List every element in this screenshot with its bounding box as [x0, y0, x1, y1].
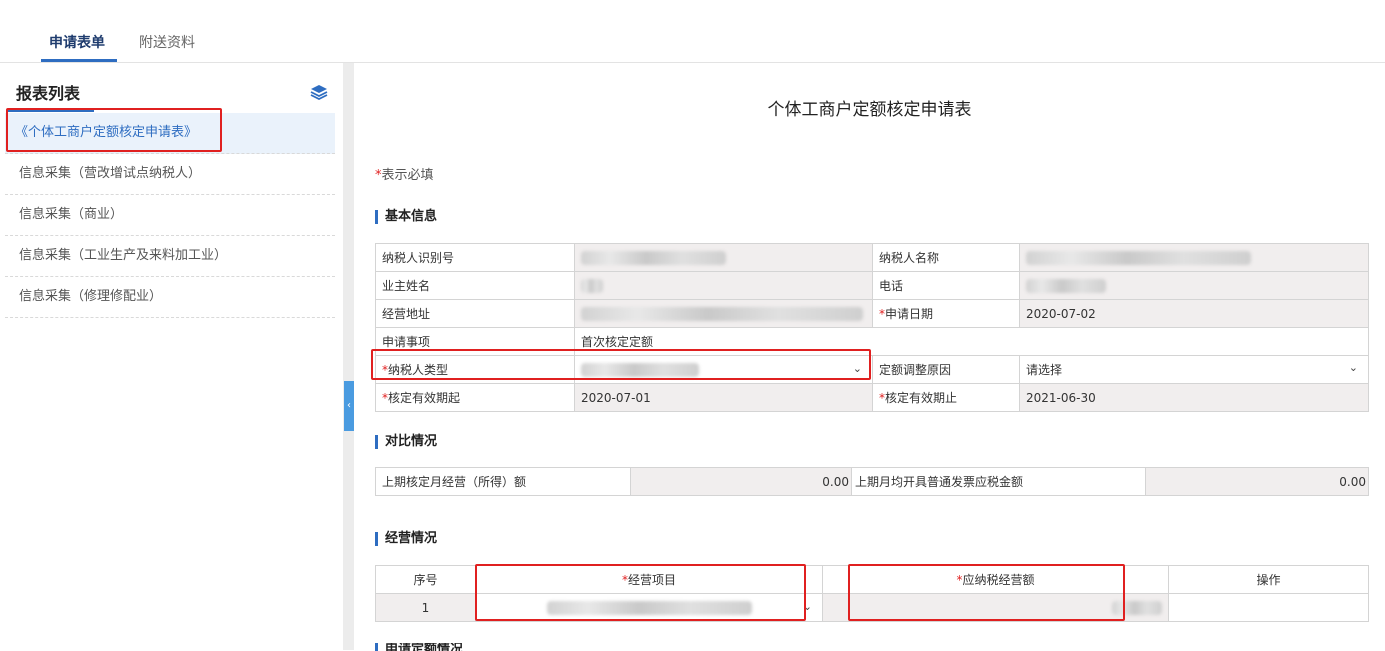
column-header-actions: 操作: [1168, 565, 1369, 594]
table-row: 1 ⌄: [375, 593, 1369, 622]
apply-item-label: 申请事项: [375, 327, 575, 356]
chevron-down-icon: ⌄: [852, 362, 862, 376]
address-label: 经营地址: [375, 299, 575, 328]
redacted-value: [1026, 250, 1251, 265]
sidebar-item-repair[interactable]: 信息采集（修理修配业）: [5, 277, 335, 318]
taxpayer-type-select[interactable]: ⌄: [574, 355, 873, 384]
taxpayer-id-label: 纳税人识别号: [375, 243, 575, 272]
adjust-reason-select[interactable]: 请选择 ⌄: [1019, 355, 1369, 384]
panel-divider: [343, 63, 354, 650]
required-note: *表示必填: [375, 168, 434, 183]
adjust-reason-label: 定额调整原因: [872, 355, 1020, 384]
sidebar-item-vat-pilot[interactable]: 信息采集（营改增试点纳税人）: [5, 154, 335, 195]
sidebar-title-underline: [8, 110, 94, 112]
prev-invoice-label: 上期月均开具普通发票应税金额: [851, 467, 1146, 496]
taxpayer-type-label: *纳税人类型: [375, 355, 575, 384]
section-title-comparison: 对比情况: [375, 435, 437, 449]
comparison-table: 上期核定月经营（所得）额 0.00 上期月均开具普通发票应税金额 0.00: [375, 467, 1369, 496]
sidebar-item-quota-application[interactable]: 《个体工商户定额核定申请表》: [5, 113, 335, 154]
valid-from-field[interactable]: 2020-07-01: [574, 383, 873, 412]
business-item-select[interactable]: ⌄: [475, 593, 823, 622]
sidebar-item-commerce[interactable]: 信息采集（商业）: [5, 195, 335, 236]
column-header-taxable-amount: *应纳税经营额: [822, 565, 1169, 594]
redacted-value: [581, 250, 726, 265]
column-header-business-item: *经营项目: [475, 565, 823, 594]
owner-name-value: [574, 271, 873, 300]
address-value: [574, 299, 873, 328]
report-list-sidebar: 报表列表 《个体工商户定额核定申请表》 信息采集（营改增试点纳税人） 信息采集（…: [0, 63, 343, 650]
owner-name-label: 业主姓名: [375, 271, 575, 300]
phone-value: [1019, 271, 1369, 300]
valid-to-field[interactable]: 2021-06-30: [1019, 383, 1369, 412]
redacted-value: [581, 306, 863, 321]
taxpayer-id-value: [574, 243, 873, 272]
redacted-value: [581, 278, 603, 293]
apply-item-value: 首次核定定额: [574, 327, 1369, 356]
business-table: 序号 *经营项目 *应纳税经营额 操作 1 ⌄: [375, 565, 1369, 622]
chevron-down-icon: ⌄: [1348, 361, 1358, 374]
phone-label: 电话: [872, 271, 1020, 300]
row-index: 1: [375, 593, 476, 622]
redacted-value: [1112, 600, 1162, 615]
apply-date-label: *申请日期: [872, 299, 1020, 328]
column-header-index: 序号: [375, 565, 476, 594]
redacted-value: [581, 362, 699, 377]
valid-to-label: *核定有效期止: [872, 383, 1020, 412]
taxpayer-name-value: [1019, 243, 1369, 272]
chevron-down-icon: ⌄: [802, 600, 812, 614]
sidebar-title: 报表列表: [16, 84, 81, 103]
top-tab-bar: 申请表单 附送资料: [0, 0, 1385, 63]
valid-from-label: *核定有效期起: [375, 383, 575, 412]
section-title-basic: 基本信息: [375, 210, 437, 224]
prev-invoice-value: 0.00: [1145, 467, 1369, 496]
tab-application-form[interactable]: 申请表单: [49, 32, 105, 52]
form-title: 个体工商户定额核定申请表: [767, 100, 972, 120]
taxpayer-name-label: 纳税人名称: [872, 243, 1020, 272]
form-panel: 个体工商户定额核定申请表 *表示必填 基本信息 纳税人识别号 纳税人名称 业主姓…: [354, 63, 1385, 651]
active-tab-underline: [41, 59, 117, 62]
tab-attachments[interactable]: 附送资料: [139, 32, 195, 52]
layers-icon[interactable]: [310, 83, 328, 101]
prev-amount-value: 0.00: [630, 467, 852, 496]
basic-info-table: 纳税人识别号 纳税人名称 业主姓名 电话 经营地址 *申请日期 2020-07-…: [375, 243, 1369, 412]
report-list: 《个体工商户定额核定申请表》 信息采集（营改增试点纳税人） 信息采集（商业） 信…: [5, 113, 335, 318]
redacted-value: [546, 600, 752, 615]
collapse-sidebar-button[interactable]: ‹: [344, 381, 354, 431]
redacted-value: [1026, 278, 1106, 293]
taxable-amount-input[interactable]: [822, 593, 1169, 622]
section-title-business: 经营情况: [375, 532, 437, 546]
prev-amount-label: 上期核定月经营（所得）额: [375, 467, 631, 496]
row-actions: [1168, 593, 1369, 622]
apply-date-field[interactable]: 2020-07-02: [1019, 299, 1369, 328]
sidebar-item-industry[interactable]: 信息采集（工业生产及来料加工业）: [5, 236, 335, 277]
